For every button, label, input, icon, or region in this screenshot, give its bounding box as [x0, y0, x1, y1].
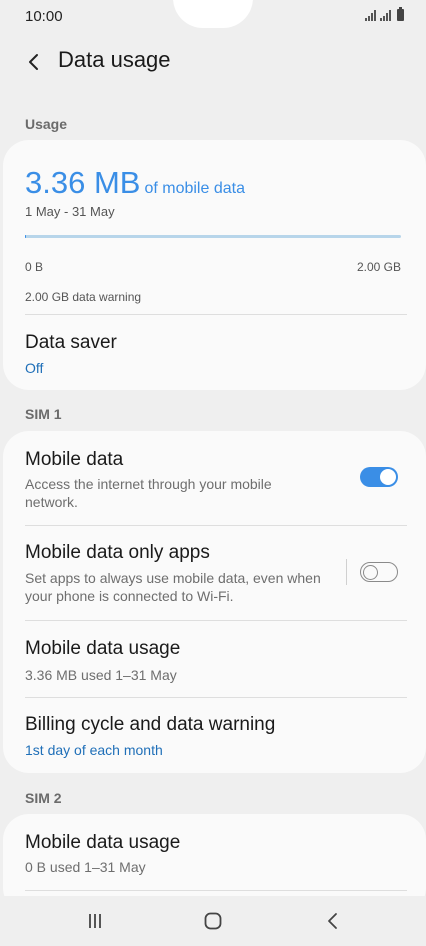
mobile-data-row[interactable]: Mobile data Access the internet through … [3, 431, 426, 525]
back-icon [328, 913, 337, 929]
mobile-data-only-apps-row[interactable]: Mobile data only apps Set apps to always… [3, 526, 426, 620]
sim2-mobile-data-usage-row[interactable]: Mobile data usage 0 B used 1–31 May [3, 814, 426, 890]
usage-summary[interactable]: 3.36 MB of mobile data [25, 165, 245, 201]
toggle-knob [363, 564, 378, 580]
sim1-card: Mobile data Access the internet through … [3, 431, 426, 773]
usage-amount: 3.36 MB [25, 165, 141, 200]
mobile-data-usage-row[interactable]: Mobile data usage 3.36 MB used 1–31 May [3, 621, 426, 697]
section-header-usage: Usage [25, 116, 68, 132]
divider [25, 890, 407, 891]
mobile-data-subtitle: Access the internet through your mobile … [25, 476, 272, 510]
billing-cycle-value: 1st day of each month [25, 742, 163, 758]
usage-period: 1 May - 31 May [25, 204, 115, 219]
usage-progress-bar [25, 235, 401, 238]
status-icons [365, 7, 404, 21]
vertical-separator [346, 559, 347, 585]
mobile-data-usage-title: Mobile data usage [25, 638, 181, 659]
mobile-data-toggle[interactable] [360, 467, 398, 487]
usage-min-label: 0 B [25, 260, 44, 274]
usage-amount-suffix: of mobile data [144, 180, 245, 197]
data-saver-row[interactable]: Data saver Off [3, 315, 426, 390]
section-header-sim1: SIM 1 [25, 406, 62, 422]
home-button[interactable] [198, 908, 228, 934]
nav-back-button[interactable] [318, 908, 348, 934]
data-warning-text: 2.00 GB data warning [25, 290, 142, 304]
back-button[interactable] [18, 46, 50, 78]
data-saver-title: Data saver [25, 332, 117, 353]
mobile-data-only-apps-subtitle: Set apps to always use mobile data, even… [25, 570, 321, 604]
mobile-data-only-apps-toggle[interactable] [360, 562, 398, 582]
recents-icon [89, 914, 101, 928]
data-saver-value: Off [25, 360, 44, 376]
status-time: 10:00 [25, 8, 63, 25]
mobile-data-only-apps-title: Mobile data only apps [25, 542, 210, 563]
status-bar: 10:00 [0, 0, 426, 34]
signal-icon [380, 10, 391, 21]
page-title: Data usage [58, 47, 171, 72]
app-bar: Data usage [0, 40, 426, 84]
section-header-sim2: SIM 2 [25, 790, 62, 806]
navigation-bar [0, 896, 426, 946]
sim2-mobile-data-usage-title: Mobile data usage [25, 832, 181, 853]
chevron-left-icon [29, 54, 38, 70]
mobile-data-usage-subtitle: 3.36 MB used 1–31 May [25, 667, 177, 683]
recents-button[interactable] [80, 908, 110, 934]
usage-card: 3.36 MB of mobile data 1 May - 31 May 0 B… [3, 140, 426, 390]
billing-cycle-row[interactable]: Billing cycle and data warning 1st day o… [3, 698, 426, 773]
toggle-knob [380, 469, 396, 485]
mobile-data-title: Mobile data [25, 449, 124, 470]
camera-notch [173, 0, 253, 28]
usage-max-label: 2.00 GB [356, 260, 401, 274]
signal-icon [365, 10, 376, 21]
home-icon [204, 912, 222, 930]
sim2-mobile-data-usage-subtitle: 0 B used 1–31 May [25, 859, 146, 875]
battery-icon [397, 7, 404, 21]
billing-cycle-title: Billing cycle and data warning [25, 714, 276, 735]
usage-progress-fill [25, 235, 26, 238]
